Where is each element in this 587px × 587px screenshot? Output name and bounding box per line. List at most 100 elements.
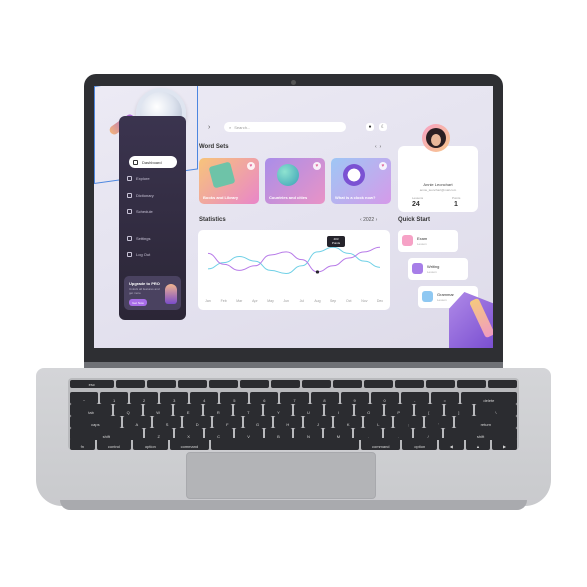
notification-icon[interactable]: ● (366, 123, 374, 131)
highlight-point (315, 270, 320, 274)
word-set-card[interactable]: ♥ Books and Library (199, 158, 259, 204)
upgrade-button[interactable]: Get Now (129, 299, 147, 306)
keyboard-key[interactable]: delete (460, 392, 517, 404)
keyboard-key[interactable]: \ (474, 404, 517, 416)
keyboard-key[interactable] (487, 380, 517, 388)
keyboard-key[interactable]: ; (394, 416, 423, 428)
sidebar-item-logout[interactable]: Log Out (127, 248, 150, 260)
word-set-card[interactable]: ♥ What is a clock now? (331, 158, 391, 204)
x-tick-label: Jan (205, 299, 211, 303)
keyboard-key[interactable]: H (273, 416, 302, 428)
keyboard-key[interactable]: F (213, 416, 242, 428)
avatar[interactable] (422, 124, 450, 152)
keyboard-key[interactable]: R (204, 404, 233, 416)
laptop-lid: Dashboard Explore Dictionary Schedule Se… (84, 74, 503, 368)
keyboard-key[interactable]: ] (444, 404, 473, 416)
keyboard-key[interactable]: 9 (340, 392, 369, 404)
sidebar-item-schedule[interactable]: Schedule (127, 205, 153, 217)
quick-start-item[interactable]: Exam Lesson (398, 230, 458, 252)
keyboard-key[interactable]: - (400, 392, 429, 404)
keyboard-key[interactable]: ◀ (438, 438, 464, 450)
keyboard-key[interactable]: D (183, 416, 212, 428)
keyboard-key[interactable]: 2 (130, 392, 159, 404)
keyboard-key[interactable] (425, 380, 455, 388)
keyboard-key[interactable]: G (243, 416, 272, 428)
keyboard-key[interactable]: I (324, 404, 353, 416)
x-tick-label: Mar (236, 299, 243, 303)
keyboard-key[interactable]: Y (264, 404, 293, 416)
keyboard-key[interactable]: ~ (70, 392, 99, 404)
card-label: Countries and cities (269, 195, 308, 200)
search-input[interactable]: ⌕ Search... (224, 122, 346, 132)
word-sets-pager[interactable]: ‹ › (375, 144, 381, 150)
quick-start-title: Quick Start (398, 217, 431, 223)
sidebar-item-settings[interactable]: Settings (127, 232, 150, 244)
keyboard-key[interactable] (239, 380, 269, 388)
sidebar-item-label: Dashboard (142, 159, 162, 165)
keyboard-key[interactable]: L (364, 416, 393, 428)
keyboard-key[interactable]: W (144, 404, 173, 416)
keyboard-key[interactable]: E (174, 404, 203, 416)
keyboard-key[interactable]: 8 (310, 392, 339, 404)
keyboard-key[interactable]: 6 (250, 392, 279, 404)
keyboard-key[interactable]: ' (424, 416, 453, 428)
keyboard-key[interactable]: ▶ (492, 438, 517, 450)
heart-icon[interactable]: ♥ (313, 162, 321, 170)
keyboard-key[interactable]: O (354, 404, 383, 416)
keyboard-key[interactable]: return (454, 416, 517, 428)
keyboard-key[interactable]: esc (70, 380, 114, 388)
keyboard-key[interactable]: U (294, 404, 323, 416)
keyboard-key[interactable] (208, 380, 238, 388)
keyboard-key[interactable] (363, 380, 393, 388)
quick-start-item-sub: Lesson (427, 270, 437, 274)
trackpad[interactable] (186, 452, 376, 499)
quick-start-item[interactable]: Writing Lesson (408, 258, 468, 280)
keyboard-key[interactable]: J (303, 416, 333, 428)
keyboard-key[interactable]: 7 (280, 392, 309, 404)
keyboard-key[interactable] (211, 438, 360, 450)
keyboard-key[interactable]: A (122, 416, 151, 428)
keyboard-key[interactable] (270, 380, 300, 388)
keyboard-key[interactable] (332, 380, 362, 388)
keyboard-key[interactable]: ▲ (465, 438, 491, 450)
year-selector[interactable]: ‹ 2022 › (360, 217, 377, 223)
keyboard-key[interactable]: T (234, 404, 263, 416)
keyboard-key[interactable]: control (96, 438, 132, 450)
keyboard-key[interactable] (177, 380, 207, 388)
sidebar-item-label: Schedule (136, 208, 153, 214)
keyboard-key[interactable] (301, 380, 331, 388)
keyboard-key[interactable] (394, 380, 424, 388)
keyboard-key[interactable]: [ (414, 404, 443, 416)
sidebar-item-label: Dictionary (136, 192, 154, 198)
keyboard-key[interactable]: 3 (160, 392, 189, 404)
keyboard-key[interactable]: fn (70, 438, 95, 450)
keyboard-key[interactable]: option (133, 438, 168, 450)
keyboard-key[interactable] (456, 380, 486, 388)
keyboard-key[interactable] (146, 380, 176, 388)
keyboard-key[interactable]: 1 (100, 392, 129, 404)
keyboard-key[interactable]: K (334, 416, 363, 428)
sidebar-item-dashboard[interactable]: Dashboard (129, 156, 177, 168)
chevron-right-icon[interactable]: › (208, 124, 210, 131)
keyboard-key[interactable]: Q (114, 404, 143, 416)
keyboard-key[interactable]: 0 (370, 392, 399, 404)
x-tick-label: May (267, 299, 274, 303)
sidebar-item-explore[interactable]: Explore (127, 172, 150, 184)
keyboard-key[interactable]: = (430, 392, 459, 404)
moon-icon[interactable]: ☾ (379, 123, 387, 131)
keyboard-key[interactable]: option (402, 438, 437, 450)
keyboard-key[interactable]: tab (70, 404, 113, 416)
keyboard-key[interactable]: 4 (190, 392, 219, 404)
keyboard-key[interactable]: S (152, 416, 182, 428)
sidebar-item-dictionary[interactable]: Dictionary (127, 189, 154, 201)
keyboard-key[interactable]: command (361, 438, 401, 450)
word-set-card[interactable]: ♥ Countries and cities (265, 158, 325, 204)
heart-icon[interactable]: ♥ (379, 162, 387, 170)
keyboard-key[interactable] (115, 380, 145, 388)
heart-icon[interactable]: ♥ (247, 162, 255, 170)
keyboard-key[interactable]: caps (70, 416, 121, 428)
x-tick-label: Sep (330, 299, 336, 303)
keyboard-key[interactable]: P (384, 404, 413, 416)
keyboard-key[interactable]: 5 (220, 392, 249, 404)
keyboard-key[interactable]: command (169, 438, 210, 450)
